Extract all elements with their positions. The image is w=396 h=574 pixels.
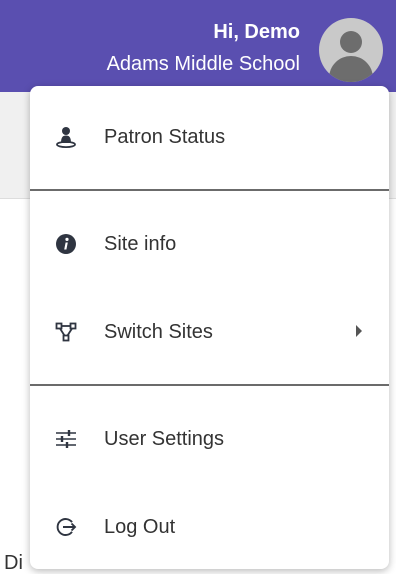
menu-item-label: User Settings [104, 428, 225, 450]
menu-item-label: Switch Sites [104, 321, 213, 343]
sliders-icon [56, 430, 76, 448]
menu-divider [30, 189, 389, 191]
menu-item-site-info[interactable]: Site info [30, 214, 389, 274]
menu-divider [30, 384, 389, 386]
menu-item-patron-status[interactable]: Patron Status [30, 107, 389, 167]
menu-item-label: Site info [104, 233, 177, 255]
greeting-name: Hi, Demo [213, 21, 300, 43]
menu-item-switch-sites[interactable]: Switch Sites [30, 302, 389, 362]
school-name: Adams Middle School [106, 53, 300, 75]
avatar[interactable] [319, 18, 383, 82]
page-partial-text: Di [4, 552, 23, 574]
menu-item-label: Patron Status [104, 126, 226, 148]
network-icon [55, 322, 77, 342]
user-menu-dropdown: Patron Status Site info Switch Sites Use… [30, 86, 389, 569]
info-icon [56, 234, 76, 254]
avatar-body [329, 56, 373, 82]
menu-item-label: Log Out [104, 516, 176, 538]
patron-icon [56, 127, 76, 148]
chevron-right-icon [356, 325, 362, 337]
menu-item-user-settings[interactable]: User Settings [30, 409, 389, 469]
menu-item-log-out[interactable]: Log Out [30, 497, 389, 557]
user-greeting[interactable]: Hi, Demo Adams Middle School [107, 20, 300, 78]
avatar-head [340, 31, 362, 53]
top-bar: Hi, Demo Adams Middle School [0, 0, 396, 92]
logout-icon [56, 518, 77, 536]
